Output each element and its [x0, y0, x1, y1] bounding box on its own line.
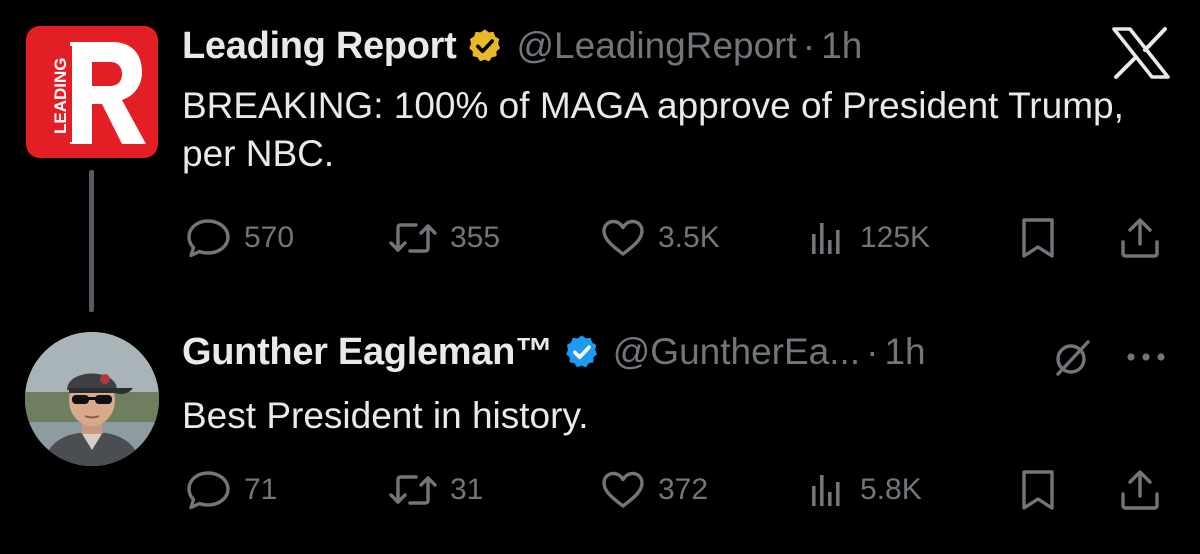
- tweet-text: Best President in history.: [182, 395, 589, 436]
- like-button[interactable]: 372: [600, 460, 708, 520]
- tweet-header: Gunther Eagleman™ @GuntherEa... · 1h: [182, 330, 926, 374]
- heart-icon: [602, 219, 644, 256]
- author-name[interactable]: Gunther Eagleman™: [182, 331, 553, 374]
- repost-button[interactable]: 31: [388, 460, 483, 520]
- author-handle[interactable]: @GuntherEa...: [613, 331, 860, 373]
- x-logo-icon[interactable]: [1110, 26, 1172, 80]
- post-time[interactable]: 1h: [821, 25, 862, 67]
- reply-bubble-icon: [187, 219, 230, 258]
- reply-count: 570: [244, 221, 295, 254]
- reply-count: 71: [244, 473, 278, 506]
- like-button[interactable]: 3.5K: [600, 208, 720, 268]
- reply-button[interactable]: 71: [186, 460, 277, 520]
- tweet-gunther-eagleman[interactable]: Gunther Eagleman™ @GuntherEa... · 1h Bes…: [0, 300, 1200, 554]
- tweet-action-bar: 570 355 3.5K 125K: [182, 208, 1172, 268]
- author-handle[interactable]: @LeadingReport: [516, 25, 796, 67]
- separator-dot: ·: [866, 331, 879, 372]
- heart-icon: [602, 471, 644, 508]
- grok-icon[interactable]: [1050, 336, 1094, 380]
- post-time[interactable]: 1h: [884, 331, 925, 373]
- views-bar-icon: [812, 223, 840, 254]
- views-bar-icon: [812, 475, 840, 506]
- tweet-header: Leading Report @LeadingReport · 1h: [182, 24, 862, 68]
- like-count: 372: [658, 473, 709, 506]
- separator-dot: ·: [802, 25, 816, 66]
- bookmark-button[interactable]: [1018, 208, 1058, 268]
- reply-bubble-icon: [187, 471, 230, 510]
- like-count: 3.5K: [658, 221, 720, 254]
- tweet-leading-report[interactable]: LEADING Leading Report @LeadingReport · …: [0, 0, 1200, 312]
- bookmark-icon: [1022, 470, 1054, 510]
- repost-button[interactable]: 355: [388, 208, 500, 268]
- views-button[interactable]: 125K: [808, 208, 930, 268]
- share-button[interactable]: [1118, 460, 1162, 520]
- repost-count: 31: [450, 473, 484, 506]
- verified-gold-badge-icon: [466, 27, 504, 65]
- author-name[interactable]: Leading Report: [182, 25, 457, 68]
- share-icon: [1121, 470, 1159, 510]
- views-count: 5.8K: [860, 473, 922, 506]
- bookmark-icon: [1022, 218, 1054, 258]
- views-count: 125K: [860, 221, 931, 254]
- tweet-action-bar: 71 31 372 5.8K: [182, 460, 1172, 520]
- more-dots-icon[interactable]: [1124, 350, 1168, 364]
- share-icon: [1121, 218, 1159, 258]
- verified-blue-badge-icon: [563, 333, 601, 371]
- views-button[interactable]: 5.8K: [808, 460, 922, 520]
- tweet-text: BREAKING: 100% of MAGA approve of Presid…: [182, 85, 1124, 174]
- avatar-gunther-eagleman[interactable]: [25, 332, 159, 466]
- share-button[interactable]: [1118, 208, 1162, 268]
- thread-connector-line: [89, 170, 94, 312]
- bookmark-button[interactable]: [1018, 460, 1058, 520]
- repost-count: 355: [450, 221, 501, 254]
- repost-icon: [389, 223, 437, 253]
- avatar-brand-text: LEADING: [51, 58, 70, 135]
- repost-icon: [389, 475, 437, 505]
- avatar-leading-report[interactable]: LEADING: [26, 26, 158, 158]
- reply-button[interactable]: 570: [186, 208, 294, 268]
